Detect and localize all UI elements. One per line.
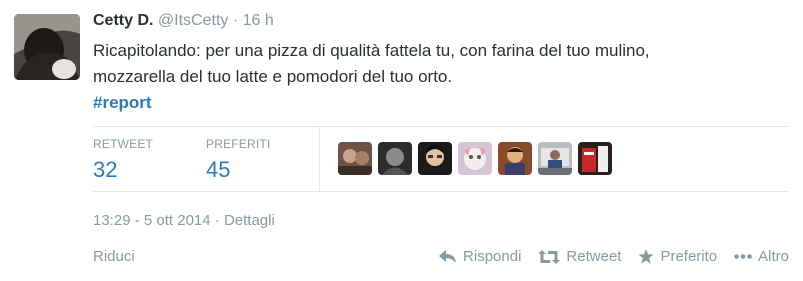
favorites-count: 45 [206,157,231,182]
favoriter-avatar[interactable] [458,142,492,175]
favoriter-avatar[interactable] [418,142,452,175]
tweet-actions: Rispondi Retweet Preferito Altro [439,248,789,265]
tweet-timestamp[interactable]: 16 h [243,12,274,29]
tweet-text-line: mozzarella del tuo latte e pomodori del … [93,67,453,86]
retweet-stat-label: RETWEET [93,137,154,151]
tweet-footer: Riduci Rispondi Retweet Preferito Altro [93,248,789,268]
tweet-text-line: Ricapitolando: per una pizza di qualità … [93,41,650,60]
more-button[interactable]: Altro [734,248,789,265]
favoriter-avatar[interactable] [378,142,412,175]
retweet-count: 32 [93,157,118,182]
favoriter-avatar[interactable] [338,142,372,175]
retweet-icon [538,249,561,264]
favoriter-avatar[interactable] [538,142,572,175]
header-separator: · [232,12,239,29]
author-handle[interactable]: @ItsCetty [158,12,228,29]
favorites-stat-label: PREFERITI [206,137,271,151]
tweet-stats: RETWEET 32 PREFERITI 45 [93,127,793,191]
retweet-label: Retweet [566,248,622,265]
divider [93,191,789,192]
favoriter-avatar[interactable] [578,142,612,175]
retweet-stat[interactable]: RETWEET 32 [93,137,153,183]
more-dots-icon [734,254,752,259]
favorite-button[interactable]: Preferito [638,248,717,265]
tweet-header: Cetty D. @ItsCetty · 16 h [93,12,274,30]
favorites-stat[interactable]: PREFERITI 45 [206,137,270,183]
favoriters-list [338,142,612,175]
avatar-image [14,14,80,80]
author-avatar[interactable] [14,14,80,80]
favorite-label: Preferito [660,248,718,265]
star-icon [638,249,655,264]
favoriter-avatar[interactable] [498,142,532,175]
reply-icon [439,249,457,263]
author-name[interactable]: Cetty D. [93,12,153,29]
tweet-datetime[interactable]: 13:29 - 5 ott 2014 [93,212,211,229]
retweet-button[interactable]: Retweet [538,248,621,265]
tweet-meta: 13:29 - 5 ott 2014 · Dettagli [93,212,275,229]
hashtag-link[interactable]: #report [93,93,152,112]
meta-separator: · [214,212,220,229]
reply-label: Rispondi [463,248,522,265]
stats-divider [319,127,320,191]
reply-button[interactable]: Rispondi [439,248,521,265]
details-link[interactable]: Dettagli [224,212,275,229]
collapse-link[interactable]: Riduci [93,248,135,265]
more-label: Altro [758,248,789,265]
tweet-text: Ricapitolando: per una pizza di qualità … [93,38,793,116]
